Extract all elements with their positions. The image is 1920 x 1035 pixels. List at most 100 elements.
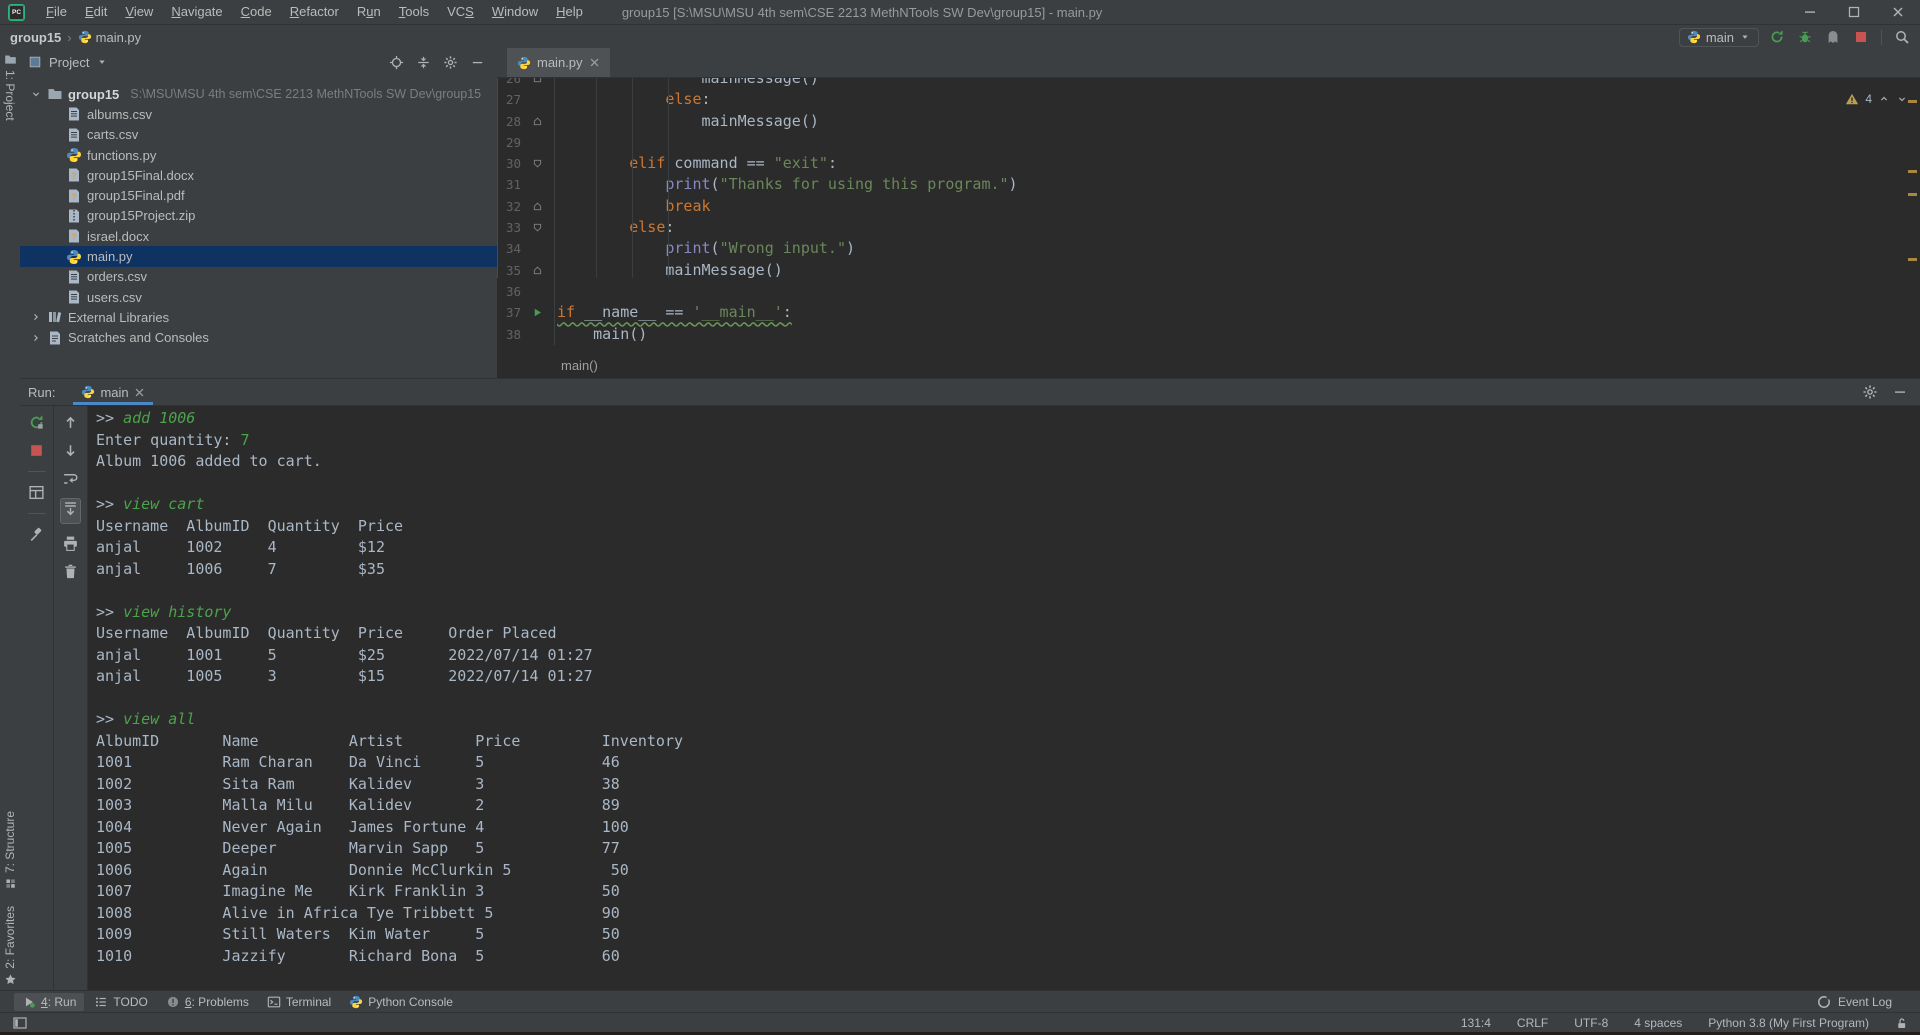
menu-item-help[interactable]: Help xyxy=(547,0,592,24)
run-line-icon[interactable] xyxy=(521,302,554,323)
stripe-button-2-favorites[interactable]: 2: Favorites xyxy=(3,906,17,986)
line-number[interactable]: 29 xyxy=(497,132,521,153)
menu-item-file[interactable]: File xyxy=(37,0,76,24)
status-item[interactable]: 131:4 xyxy=(1461,1016,1491,1030)
trash-icon[interactable] xyxy=(62,563,79,580)
maximize-window-icon[interactable] xyxy=(1832,0,1876,24)
tree-item-group15Project.zip[interactable]: group15Project.zip xyxy=(20,206,497,226)
gear-icon[interactable] xyxy=(443,55,458,70)
menu-item-tools[interactable]: Tools xyxy=(390,0,438,24)
scrollbar-warning-mark[interactable] xyxy=(1908,193,1917,196)
toolwindow-button-python-console[interactable]: Python Console xyxy=(341,993,461,1011)
tree-item-albums.csv[interactable]: albums.csv xyxy=(20,104,497,124)
menu-item-code[interactable]: Code xyxy=(232,0,281,24)
line-number[interactable]: 31 xyxy=(497,174,521,195)
line-number[interactable]: 35 xyxy=(497,260,521,281)
run-console[interactable]: >> add 1006Enter quantity: 7Album 1006 a… xyxy=(88,406,1920,991)
pin-icon[interactable] xyxy=(28,526,45,543)
stripe-button-7-structure[interactable]: 7: Structure xyxy=(3,811,17,890)
line-number[interactable]: 26 xyxy=(497,78,521,89)
rerun2-icon[interactable] xyxy=(1769,29,1785,45)
close-tab-icon[interactable] xyxy=(134,387,145,398)
tree-item-main.py[interactable]: main.py xyxy=(20,246,497,266)
event-log-button[interactable]: Event Log xyxy=(1816,994,1892,1010)
close-window-icon[interactable] xyxy=(1876,0,1920,24)
menu-item-window[interactable]: Window xyxy=(483,0,547,24)
line-number[interactable]: 38 xyxy=(497,324,521,345)
tree-item-functions.py[interactable]: functions.py xyxy=(20,145,497,165)
line-number[interactable]: 37 xyxy=(497,302,521,323)
lock-icon[interactable] xyxy=(1895,1017,1908,1030)
toolwindow-button-6-problems[interactable]: 6: Problems xyxy=(158,993,257,1011)
hide-panel-icon[interactable] xyxy=(1892,384,1908,400)
fold-marker-icon[interactable] xyxy=(521,196,554,217)
line-number[interactable]: 36 xyxy=(497,281,521,302)
collapse-icon[interactable] xyxy=(416,55,431,70)
print-icon[interactable] xyxy=(62,535,79,552)
coverage-icon[interactable] xyxy=(1825,29,1841,45)
fold-marker-icon[interactable] xyxy=(521,153,554,174)
editor-tab-main-py[interactable]: main.py xyxy=(507,48,610,77)
line-number[interactable]: 32 xyxy=(497,196,521,217)
menu-item-run[interactable]: Run xyxy=(348,0,390,24)
up-icon[interactable] xyxy=(62,414,79,431)
scrollbar-warning-mark[interactable] xyxy=(1908,170,1917,173)
menu-item-navigate[interactable]: Navigate xyxy=(162,0,231,24)
search-icon[interactable] xyxy=(1894,29,1910,45)
gutter[interactable] xyxy=(521,281,554,302)
gutter[interactable] xyxy=(521,89,554,110)
stop-icon[interactable] xyxy=(28,442,45,459)
wrap-icon[interactable] xyxy=(62,470,79,487)
toolwindow-button-terminal[interactable]: Terminal xyxy=(259,993,339,1011)
breadcrumb-file[interactable]: main.py xyxy=(96,30,142,45)
menu-item-refactor[interactable]: Refactor xyxy=(281,0,348,24)
line-number[interactable]: 34 xyxy=(497,238,521,259)
menu-item-view[interactable]: View xyxy=(116,0,162,24)
line-number[interactable]: 30 xyxy=(497,153,521,174)
status-item[interactable]: CRLF xyxy=(1517,1016,1548,1030)
next-warning-icon[interactable] xyxy=(1896,93,1908,105)
chevron-down-icon[interactable] xyxy=(96,56,108,68)
scroll-to-end-toggle[interactable] xyxy=(60,498,81,524)
tree-item-group15Final.pdf[interactable]: ?group15Final.pdf xyxy=(20,185,497,205)
debug-icon[interactable] xyxy=(1797,29,1813,45)
gear-icon[interactable] xyxy=(1862,384,1878,400)
toggle-toolwindows-icon[interactable] xyxy=(12,1015,28,1031)
layout-icon[interactable] xyxy=(28,484,45,501)
tree-item-carts.csv[interactable]: carts.csv xyxy=(20,125,497,145)
fold-marker-icon[interactable] xyxy=(521,78,554,89)
status-item[interactable]: Python 3.8 (My First Program) xyxy=(1708,1016,1869,1030)
tree-node-external-libraries[interactable]: External Libraries xyxy=(20,307,497,327)
code-area[interactable]: 26 mainMessage()27 else:28 mainMessage()… xyxy=(497,78,1920,352)
run-tab-main[interactable]: main xyxy=(73,379,152,405)
stop-icon[interactable] xyxy=(1853,29,1869,45)
project-panel-title[interactable]: Project xyxy=(49,55,89,70)
breadcrumb-project[interactable]: group15 xyxy=(10,30,61,45)
scrollend-icon[interactable] xyxy=(62,500,79,517)
line-number[interactable]: 33 xyxy=(497,217,521,238)
line-number[interactable]: 28 xyxy=(497,111,521,132)
fold-marker-icon[interactable] xyxy=(521,260,554,281)
gutter[interactable] xyxy=(521,238,554,259)
tree-item-israel.docx[interactable]: ?israel.docx xyxy=(20,226,497,246)
minimize-window-icon[interactable] xyxy=(1788,0,1832,24)
menu-item-vcs[interactable]: VCS xyxy=(438,0,483,24)
tree-item-users.csv[interactable]: users.csv xyxy=(20,287,497,307)
tree-item-group15Final.docx[interactable]: ?group15Final.docx xyxy=(20,165,497,185)
scrollbar-warning-mark[interactable] xyxy=(1908,258,1917,261)
run-configuration-select[interactable]: main xyxy=(1679,28,1759,47)
breadcrumb-function[interactable]: main() xyxy=(561,358,598,373)
down-icon[interactable] xyxy=(62,442,79,459)
rerun-icon[interactable] xyxy=(28,414,45,431)
stripe-button-1-project[interactable]: 1: Project xyxy=(3,53,17,121)
close-tab-icon[interactable] xyxy=(589,57,600,68)
status-item[interactable]: 4 spaces xyxy=(1634,1016,1682,1030)
scrollbar-warning-mark[interactable] xyxy=(1908,100,1917,103)
locate-icon[interactable] xyxy=(389,55,404,70)
fold-marker-icon[interactable] xyxy=(521,217,554,238)
gutter[interactable] xyxy=(521,174,554,195)
tree-item-orders.csv[interactable]: orders.csv xyxy=(20,267,497,287)
gutter[interactable] xyxy=(521,132,554,153)
minimize-icon[interactable] xyxy=(470,55,485,70)
menu-item-edit[interactable]: Edit xyxy=(76,0,116,24)
